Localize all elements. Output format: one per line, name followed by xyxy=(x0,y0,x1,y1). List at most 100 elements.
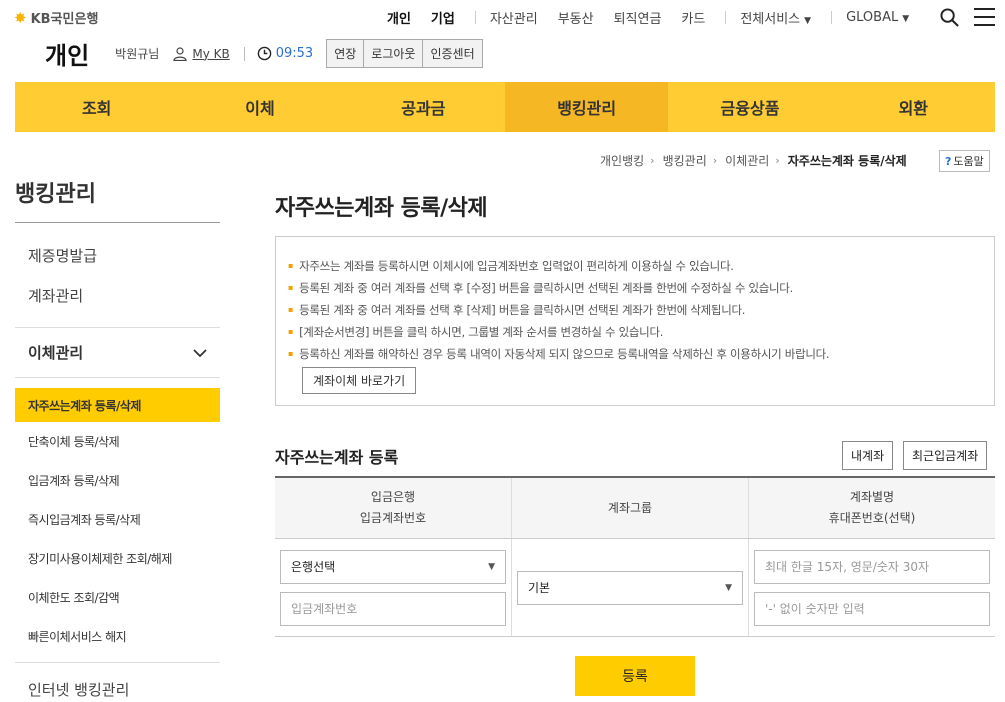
all-services-label: 전체서비스 xyxy=(740,12,801,27)
sidebar-group-label: 이체관리 xyxy=(28,344,84,362)
caret-down-icon: ▼ xyxy=(804,16,812,26)
table-row: 은행선택 ▼ 입금계좌번호 기본 ▼ 최대 한글 15자, 영문/숫자 30자 … xyxy=(275,539,995,637)
sidebar-group-head-transfer[interactable]: 이체관리 xyxy=(15,328,220,378)
topnav-realestate[interactable]: 부동산 xyxy=(558,8,594,27)
go-transfer-button[interactable]: 계좌이체 바로가기 xyxy=(302,367,417,394)
page-type-title: 개인 xyxy=(45,42,90,70)
chevron-right-icon: › xyxy=(712,154,718,167)
sidebar-sub-deposit-accounts[interactable]: 입금계좌 등록/삭제 xyxy=(15,461,220,500)
user-name: 박원규님 xyxy=(115,47,160,61)
session-buttons: 연장 로그아웃 인증센터 xyxy=(326,39,483,68)
sidebar-group-transfer: 이체관리 자주쓰는계좌 등록/삭제 단축이체 등록/삭제 입금계좌 등록/삭제 … xyxy=(15,327,220,656)
mainnav-tab-financial-products[interactable]: 금융상품 xyxy=(668,82,831,132)
sidebar-sub-quick-transfer[interactable]: 단축이체 등록/삭제 xyxy=(15,422,220,461)
register-button[interactable]: 등록 xyxy=(575,656,695,696)
topnav-global[interactable]: GLOBAL ▼ xyxy=(846,10,909,25)
kb-star-icon: ✸ xyxy=(14,8,27,27)
breadcrumb-item[interactable]: 이체관리 xyxy=(725,152,769,169)
person-icon xyxy=(173,46,187,61)
header-bank-label: 입금은행 xyxy=(370,490,416,504)
cert-center-button[interactable]: 인증센터 xyxy=(422,39,483,68)
notice-item: 등록하신 계좌를 해약하신 경우 등록 내역이 자동삭제 되지 않으므로 등록내… xyxy=(288,343,982,365)
mainnav-tab-inquiry[interactable]: 조회 xyxy=(15,82,178,132)
notice-item: 자주쓰는 계좌를 등록하시면 이체시에 입금계좌번호 입력없이 편리하게 이용하… xyxy=(288,255,982,277)
mainnav-tab-utility[interactable]: 공과금 xyxy=(342,82,505,132)
divider xyxy=(474,11,476,24)
phone-input[interactable]: '-' 없이 숫자만 입력 xyxy=(754,591,990,626)
left-sidebar: 뱅킹관리 제증명발급 계좌관리 이체관리 자주쓰는계좌 등록/삭제 단축이체 등… xyxy=(15,160,220,702)
mainnav-tab-foreign-exchange[interactable]: 외환 xyxy=(832,82,995,132)
header-group-label: 계좌그룹 xyxy=(607,500,653,515)
topnav-pension[interactable]: 퇴직연금 xyxy=(614,8,662,27)
mykb-label: My KB xyxy=(192,46,230,61)
header-account-label: 입금계좌번호 xyxy=(359,511,427,525)
session-timer: 09:53 xyxy=(257,46,313,61)
help-button[interactable]: ? 도움말 xyxy=(939,150,990,172)
caret-down-icon: ▼ xyxy=(488,561,495,572)
topnav-personal[interactable]: 개인 xyxy=(387,8,411,27)
sidebar-item-account-management[interactable]: 계좌관리 xyxy=(15,275,220,315)
hamburger-menu-icon[interactable] xyxy=(974,8,995,27)
notice-item: [계좌순서변경] 버튼을 클릭 하시면, 그룹별 계좌 순서를 변경하실 수 있… xyxy=(288,321,982,343)
recent-deposit-button[interactable]: 최근입금계좌 xyxy=(903,441,988,470)
global-label: GLOBAL xyxy=(846,10,899,25)
sidebar-sub-fast-transfer-cancel[interactable]: 빠른이체서비스 해지 xyxy=(15,617,220,656)
notice-box: 자주쓰는 계좌를 등록하시면 이체시에 입금계좌번호 입력없이 편리하게 이용하… xyxy=(275,236,995,406)
mykb-link[interactable]: My KB xyxy=(173,46,230,61)
alias-input[interactable]: 최대 한글 15자, 영문/숫자 30자 xyxy=(754,549,990,584)
bank-select[interactable]: 은행선택 ▼ xyxy=(280,549,506,584)
header-phone-label: 휴대폰번호(선택) xyxy=(828,511,916,525)
section-title: 자주쓰는계좌 등록 xyxy=(275,448,399,467)
sidebar-sub-instant-deposit[interactable]: 즉시입금계좌 등록/삭제 xyxy=(15,500,220,539)
search-icon[interactable] xyxy=(940,8,959,27)
kb-logo[interactable]: ✸ KB국민은행 xyxy=(14,8,99,28)
sidebar-sub-favorite-accounts[interactable]: 자주쓰는계좌 등록/삭제 xyxy=(15,388,220,422)
notice-item: 등록된 계좌 중 여러 계좌를 선택 후 [삭제] 버튼을 클릭하시면 선택된 … xyxy=(288,299,982,321)
clock-icon xyxy=(257,46,272,61)
session-time: 09:53 xyxy=(275,46,314,61)
caret-down-icon: ▼ xyxy=(725,582,732,593)
divider xyxy=(831,11,833,24)
cell-group-select: 기본 ▼ xyxy=(512,539,749,636)
sidebar-title: 뱅킹관리 xyxy=(15,160,220,223)
header-cell-group: 계좌그룹 xyxy=(512,478,749,538)
logout-button[interactable]: 로그아웃 xyxy=(363,39,424,68)
group-select[interactable]: 기본 ▼ xyxy=(517,570,743,605)
sidebar-sub-transfer-limit[interactable]: 이체한도 조회/감액 xyxy=(15,578,220,617)
cell-alias-inputs: 최대 한글 15자, 영문/숫자 30자 '-' 없이 숫자만 입력 xyxy=(749,539,995,636)
header-cell-alias: 계좌별명 휴대폰번호(선택) xyxy=(749,478,995,538)
chevron-down-icon xyxy=(193,348,207,357)
sidebar-item-internet-banking[interactable]: 인터넷 뱅킹관리 xyxy=(15,662,220,702)
logo-text: KB국민은행 xyxy=(30,12,99,27)
breadcrumb-current: 자주쓰는계좌 등록/삭제 xyxy=(787,154,907,168)
extend-button[interactable]: 연장 xyxy=(326,39,365,68)
topnav-all-services[interactable]: 전체서비스 ▼ xyxy=(740,8,811,27)
group-select-value: 기본 xyxy=(528,581,551,595)
header-row: 개인 박원규님 My KB 09:53 연장 로그아웃 인증센터 xyxy=(45,36,483,71)
topnav-card[interactable]: 카드 xyxy=(681,8,705,27)
chevron-right-icon: › xyxy=(650,154,655,167)
registration-table: 입금은행 입금계좌번호 계좌그룹 계좌별명 휴대폰번호(선택) 은행선택 ▼ 입… xyxy=(275,476,995,637)
main-navigation: 조회 이체 공과금 뱅킹관리 금융상품 외환 xyxy=(15,82,995,132)
page-title: 자주쓰는계좌 등록/삭제 xyxy=(275,196,488,221)
divider xyxy=(243,46,245,61)
breadcrumb: 개인뱅킹 › 뱅킹관리 › 이체관리 › 자주쓰는계좌 등록/삭제 xyxy=(600,152,913,169)
table-header: 입금은행 입금계좌번호 계좌그룹 계좌별명 휴대폰번호(선택) xyxy=(275,478,995,539)
topnav-asset[interactable]: 자산관리 xyxy=(490,8,538,27)
chevron-right-icon: › xyxy=(775,154,780,167)
my-account-button[interactable]: 내계좌 xyxy=(842,441,894,470)
breadcrumb-item[interactable]: 개인뱅킹 xyxy=(600,152,644,169)
mainnav-tab-transfer[interactable]: 이체 xyxy=(178,82,341,132)
divider xyxy=(725,11,727,24)
breadcrumb-item[interactable]: 뱅킹관리 xyxy=(663,152,707,169)
top-navigation: 개인 기업 자산관리 부동산 퇴직연금 카드 전체서비스 ▼ GLOBAL ▼ xyxy=(387,8,929,27)
sidebar-sub-long-unused[interactable]: 장기미사용이체제한 조회/해제 xyxy=(15,539,220,578)
bank-select-value: 은행선택 xyxy=(291,560,336,574)
sidebar-item-certificate[interactable]: 제증명발급 xyxy=(15,235,220,275)
help-label: 도움말 xyxy=(953,155,984,168)
caret-down-icon: ▼ xyxy=(902,14,910,24)
account-number-input[interactable]: 입금계좌번호 xyxy=(280,591,506,626)
mainnav-tab-banking-management[interactable]: 뱅킹관리 xyxy=(504,82,669,132)
topnav-business[interactable]: 기업 xyxy=(431,8,455,27)
cell-bank-inputs: 은행선택 ▼ 입금계좌번호 xyxy=(275,539,512,636)
